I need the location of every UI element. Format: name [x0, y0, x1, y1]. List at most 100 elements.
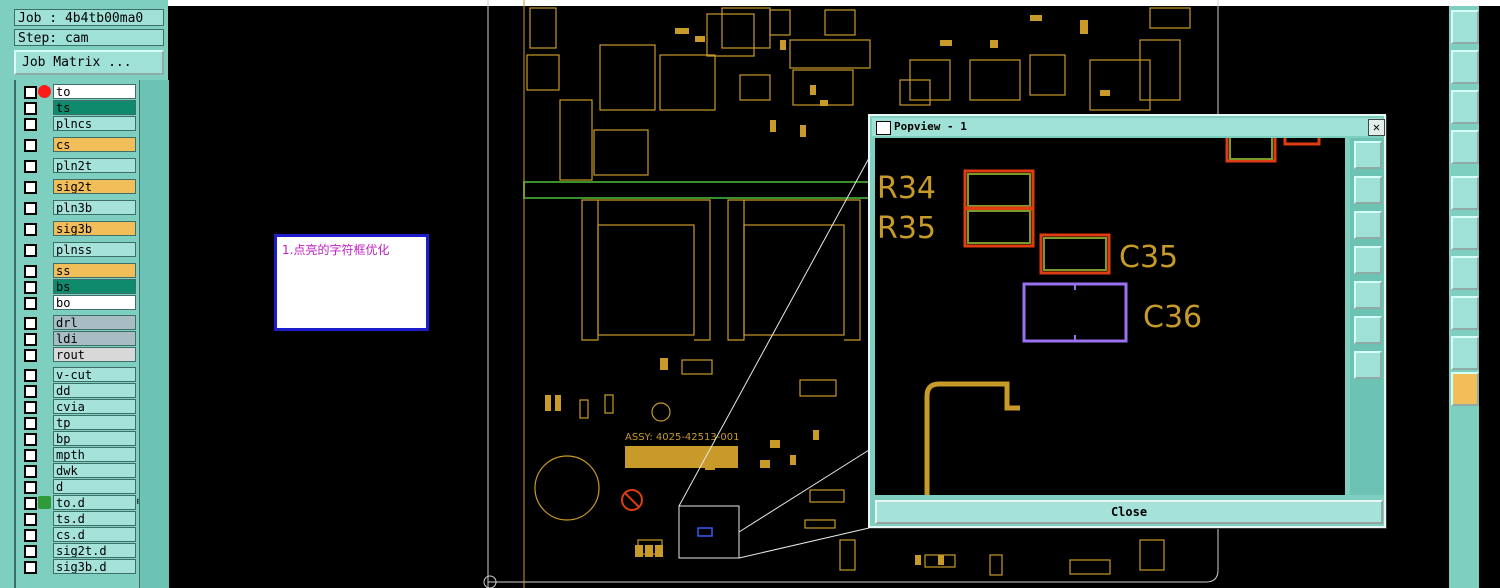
- layer-name[interactable]: rout: [53, 347, 136, 362]
- layer-row[interactable]: ss: [20, 263, 138, 278]
- layer-name[interactable]: sig3b: [53, 221, 136, 236]
- layer-checkbox[interactable]: [24, 202, 37, 215]
- layer-row[interactable]: to.d⊞: [20, 495, 142, 510]
- layer-name[interactable]: sig2t: [53, 179, 136, 194]
- layer-checkbox[interactable]: [24, 265, 37, 278]
- pointer-icon[interactable]: [1451, 372, 1479, 406]
- layer-name[interactable]: ts: [53, 100, 136, 115]
- layer-checkbox[interactable]: [24, 529, 37, 542]
- layer-checkbox[interactable]: [24, 497, 37, 510]
- layer-checkbox[interactable]: [24, 465, 37, 478]
- layer-row[interactable]: ldi: [20, 331, 138, 346]
- layer-row[interactable]: sig2t.d: [20, 543, 138, 558]
- layer-row[interactable]: pln3b: [20, 200, 138, 215]
- layer-name[interactable]: sig3b.d: [53, 559, 136, 574]
- layer-name[interactable]: d: [53, 479, 136, 494]
- layer-name[interactable]: dd: [53, 383, 136, 398]
- layer-checkbox[interactable]: [24, 385, 37, 398]
- layer-checkbox[interactable]: [24, 86, 37, 99]
- layer-checkbox[interactable]: [24, 244, 37, 257]
- layer-name[interactable]: pln3b: [53, 200, 136, 215]
- popview-window[interactable]: Popview - 1 ✕ R34 R35 C35 C36 Close: [868, 114, 1386, 528]
- pad-icon[interactable]: [1451, 176, 1479, 210]
- layer-row[interactable]: bs: [20, 279, 138, 294]
- layer-name[interactable]: drl: [53, 315, 136, 330]
- pan-right-icon[interactable]: [1354, 281, 1382, 309]
- layer-checkbox[interactable]: [24, 281, 37, 294]
- layer-row[interactable]: rout: [20, 347, 138, 362]
- layer-name[interactable]: bs: [53, 279, 136, 294]
- c36-highlight[interactable]: [1022, 282, 1128, 343]
- layer-list-scroll-strip[interactable]: [139, 80, 169, 588]
- layer-name[interactable]: v-cut: [53, 367, 136, 382]
- layer-checkbox[interactable]: [24, 513, 37, 526]
- layer-checkbox[interactable]: [24, 223, 37, 236]
- layer-checkbox[interactable]: [24, 139, 37, 152]
- fit-view-icon[interactable]: [1451, 90, 1479, 124]
- layer-row[interactable]: sig3b: [20, 221, 138, 236]
- layer-checkbox[interactable]: [24, 401, 37, 414]
- layer-checkbox[interactable]: [24, 369, 37, 382]
- layer-name[interactable]: cs: [53, 137, 136, 152]
- layer-row[interactable]: plnss: [20, 242, 138, 257]
- layer-checkbox[interactable]: [24, 417, 37, 430]
- select-icon[interactable]: [1451, 296, 1479, 330]
- layer-row[interactable]: to: [20, 84, 138, 99]
- layer-row[interactable]: dd: [20, 383, 138, 398]
- layer-checkbox[interactable]: [24, 297, 37, 310]
- close-icon[interactable]: ✕: [1368, 119, 1385, 136]
- layer-name[interactable]: sig2t.d: [53, 543, 136, 558]
- layer-name[interactable]: ldi: [53, 331, 136, 346]
- layer-row[interactable]: drl: [20, 315, 138, 330]
- popview-titlebar[interactable]: Popview - 1 ✕: [872, 118, 1385, 136]
- layer-name[interactable]: dwk: [53, 463, 136, 478]
- layer-name[interactable]: tp: [53, 415, 136, 430]
- layer-row[interactable]: v-cut: [20, 367, 138, 382]
- layer-row[interactable]: d: [20, 479, 138, 494]
- layer-checkbox[interactable]: [24, 317, 37, 330]
- pan-left-icon[interactable]: [1354, 246, 1382, 274]
- layer-row[interactable]: sig2t: [20, 179, 138, 194]
- layer-row[interactable]: pln2t: [20, 158, 138, 173]
- layer-name[interactable]: pln2t: [53, 158, 136, 173]
- zoom-fit-icon[interactable]: [1354, 141, 1382, 169]
- home-icon[interactable]: [1451, 10, 1479, 44]
- zoom-out-icon[interactable]: [1354, 351, 1382, 379]
- pan-up-icon[interactable]: [1354, 176, 1382, 204]
- layer-name[interactable]: to: [53, 84, 136, 99]
- layer-name[interactable]: cvia: [53, 399, 136, 414]
- layer-checkbox[interactable]: [24, 102, 37, 115]
- layer-name[interactable]: plncs: [53, 116, 136, 131]
- import-icon[interactable]: [1451, 50, 1479, 84]
- zoom-in-icon[interactable]: [1354, 316, 1382, 344]
- layer-name[interactable]: ss: [53, 263, 136, 278]
- layer-checkbox[interactable]: [24, 118, 37, 131]
- layer-checkbox[interactable]: [24, 545, 37, 558]
- layer-name[interactable]: ts.d: [53, 511, 136, 526]
- layer-row[interactable]: ts: [20, 100, 138, 115]
- layer-row[interactable]: bo: [20, 295, 138, 310]
- layer-row[interactable]: cs: [20, 137, 138, 152]
- layer-name[interactable]: mpth: [53, 447, 136, 462]
- layer-name[interactable]: bp: [53, 431, 136, 446]
- layer-row[interactable]: cvia: [20, 399, 138, 414]
- layer-checkbox[interactable]: [24, 333, 37, 346]
- close-button[interactable]: Close: [875, 500, 1383, 524]
- layer-row[interactable]: dwk: [20, 463, 138, 478]
- layer-checkbox[interactable]: [24, 481, 37, 494]
- layer-checkbox[interactable]: [24, 433, 37, 446]
- layer-name[interactable]: plnss: [53, 242, 136, 257]
- window-system-icon[interactable]: [876, 121, 891, 135]
- pan-down-icon[interactable]: [1354, 211, 1382, 239]
- layer-name[interactable]: to.d: [53, 495, 136, 510]
- layer-row[interactable]: mpth: [20, 447, 138, 462]
- layer-row[interactable]: tp: [20, 415, 138, 430]
- layer-row[interactable]: cs.d: [20, 527, 138, 542]
- layer-name[interactable]: cs.d: [53, 527, 136, 542]
- layer-row[interactable]: ts.d: [20, 511, 138, 526]
- line-icon[interactable]: [1451, 256, 1479, 290]
- layer-name[interactable]: bo: [53, 295, 136, 310]
- measure-icon[interactable]: [1451, 130, 1479, 164]
- layer-row[interactable]: plncs: [20, 116, 138, 131]
- layer-checkbox[interactable]: [24, 561, 37, 574]
